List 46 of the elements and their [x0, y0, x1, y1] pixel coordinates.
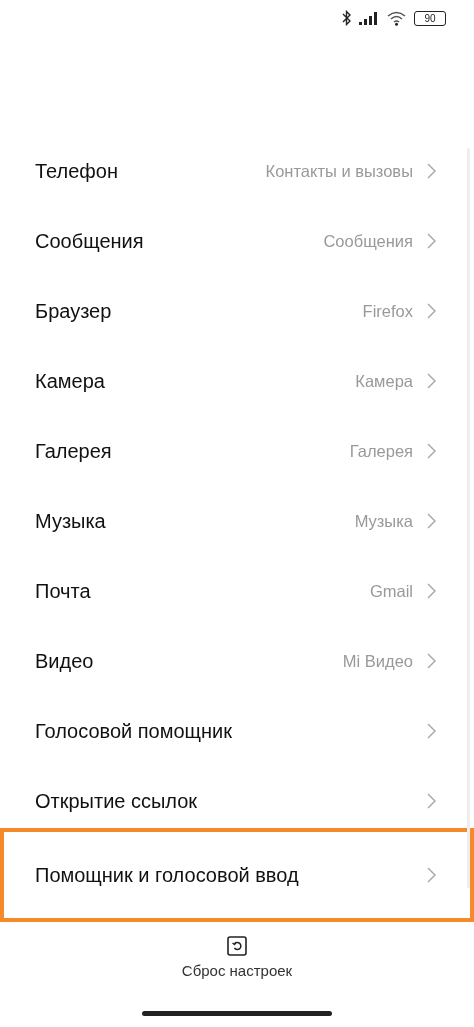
chevron-icon [427, 653, 436, 669]
bluetooth-icon [342, 10, 351, 26]
setting-row[interactable]: Камера Камера [0, 346, 474, 416]
setting-value: Контакты и вызовы [265, 161, 413, 181]
setting-row[interactable]: Браузер Firefox [0, 276, 474, 346]
setting-value: Галерея [349, 441, 413, 461]
chevron-icon [427, 163, 436, 179]
setting-value: Музыка [354, 511, 413, 531]
setting-row[interactable]: Музыка Музыка [0, 486, 474, 556]
setting-label: Голосовой помощник [35, 719, 234, 743]
setting-row[interactable]: Почта Gmail [0, 556, 474, 626]
setting-value: Firefox [362, 301, 413, 321]
chevron-icon [427, 723, 436, 739]
setting-row[interactable]: Телефон Контакты и вызовы [0, 136, 474, 206]
setting-label: Камера [35, 369, 106, 393]
chevron-icon [427, 867, 436, 883]
setting-row[interactable]: Видео Mi Видео [0, 626, 474, 696]
chevron-icon [427, 793, 436, 809]
setting-value: Mi Видео [342, 651, 413, 671]
setting-label: Сообщения [35, 229, 145, 253]
setting-value: Камера [355, 371, 413, 391]
setting-label: Галерея [35, 439, 113, 463]
chevron-icon [427, 443, 436, 459]
setting-value: Сообщения [323, 231, 413, 251]
signal-icon [359, 11, 379, 25]
setting-label: Видео [35, 649, 95, 673]
setting-row[interactable]: Голосовой помощник [0, 696, 474, 766]
setting-label: Браузер [35, 299, 113, 323]
setting-label: Телефон [35, 159, 119, 183]
battery-level: 90 [424, 12, 436, 24]
setting-label: Почта [35, 579, 92, 603]
reset-icon [227, 936, 247, 956]
setting-label: Открытие ссылок [35, 789, 199, 813]
setting-label: Помощник и голосовой ввод [35, 863, 300, 887]
setting-row[interactable]: Галерея Галерея [0, 416, 474, 486]
setting-row[interactable]: Сообщения Сообщения [0, 206, 474, 276]
chevron-icon [427, 583, 436, 599]
setting-value: Gmail [369, 581, 413, 601]
chevron-icon [427, 373, 436, 389]
highlighted-setting-row[interactable]: Помощник и голосовой ввод [0, 828, 474, 922]
setting-label: Музыка [35, 509, 107, 533]
reset-settings-button[interactable]: Сброс настроек [173, 932, 301, 983]
chevron-icon [427, 513, 436, 529]
wifi-icon [387, 10, 406, 26]
chevron-icon [427, 233, 436, 249]
chevron-icon [427, 303, 436, 319]
